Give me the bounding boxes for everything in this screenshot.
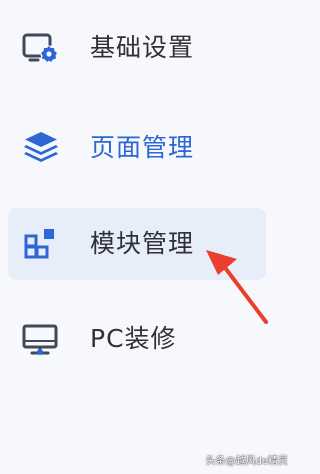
desktop-monitor-icon — [20, 321, 62, 357]
annotation-arrow — [206, 250, 268, 324]
sidebar-menu: 基础设置 页面管理 模块管理 PC装修 头条@越风de精灵 — [0, 0, 296, 474]
layers-icon — [20, 130, 62, 166]
sidebar-item-label: PC装修 — [90, 324, 177, 353]
watermark: 头条@越风de精灵 — [205, 456, 289, 467]
sidebar-item-page-management[interactable]: 页面管理 — [8, 112, 266, 184]
sidebar-item-label: 基础设置 — [90, 33, 195, 62]
grid-blocks-icon — [20, 226, 62, 262]
sidebar-item-label: 页面管理 — [90, 133, 195, 162]
sidebar-item-label: 模块管理 — [90, 229, 195, 258]
settings-monitor-icon — [20, 30, 62, 66]
sidebar-item-basic-settings[interactable]: 基础设置 — [8, 12, 266, 84]
